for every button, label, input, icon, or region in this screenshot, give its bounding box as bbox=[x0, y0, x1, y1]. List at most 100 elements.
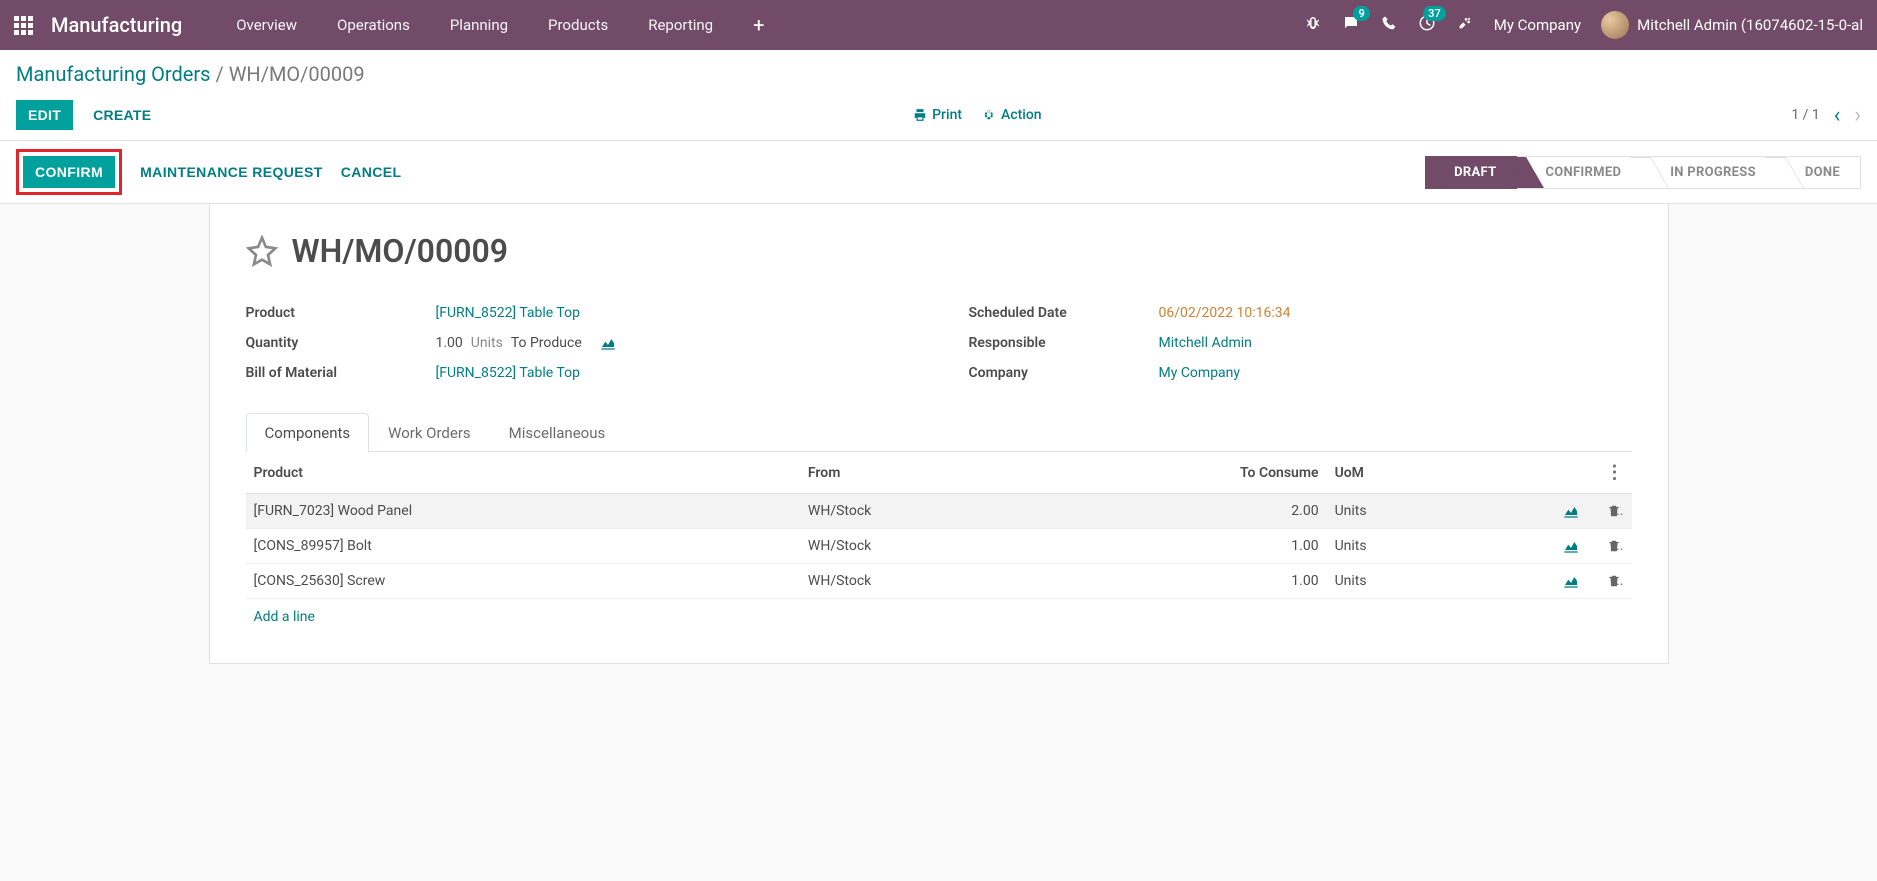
cell-from: WH/Stock bbox=[800, 564, 1133, 599]
th-uom[interactable]: UoM bbox=[1327, 452, 1466, 494]
fields-grid: Product [FURN_8522] Table Top Quantity 1… bbox=[246, 298, 1632, 388]
clock-icon[interactable]: 37 bbox=[1418, 14, 1436, 36]
topnav-menu: Overview Operations Planning Products Re… bbox=[216, 1, 784, 49]
cell-to-consume: 1.00 bbox=[1133, 529, 1327, 564]
cell-uom: Units bbox=[1327, 529, 1466, 564]
th-product[interactable]: Product bbox=[246, 452, 800, 494]
col-right: Scheduled Date 06/02/2022 10:16:34 Respo… bbox=[969, 298, 1632, 388]
table-row[interactable]: [CONS_25630] ScrewWH/Stock1.00Units ... bbox=[246, 564, 1632, 599]
maintenance-button[interactable]: MAINTENANCE REQUEST bbox=[140, 164, 323, 180]
cell-product: [CONS_89957] Bolt bbox=[246, 529, 800, 564]
cell-to-consume: 2.00 bbox=[1133, 494, 1327, 529]
menu-planning[interactable]: Planning bbox=[430, 1, 528, 49]
menu-operations[interactable]: Operations bbox=[317, 1, 430, 49]
forecast-icon[interactable] bbox=[1563, 574, 1579, 588]
status-buttons: CONFIRM MAINTENANCE REQUEST CANCEL bbox=[16, 149, 401, 195]
cell-product: [FURN_7023] Wood Panel bbox=[246, 494, 800, 529]
top-nav: Manufacturing Overview Operations Planni… bbox=[0, 0, 1877, 50]
pager-prev-icon[interactable]: ‹ bbox=[1834, 103, 1841, 128]
phone-icon[interactable] bbox=[1380, 14, 1398, 36]
more-icon[interactable]: ... bbox=[1599, 538, 1624, 554]
title-row: WH/MO/00009 bbox=[246, 232, 1632, 270]
scheduled-label: Scheduled Date bbox=[969, 305, 1159, 321]
table-row[interactable]: [FURN_7023] Wood PanelWH/Stock2.00Units … bbox=[246, 494, 1632, 529]
center-actions: Print Action bbox=[913, 107, 1041, 123]
cell-uom: Units bbox=[1327, 564, 1466, 599]
forecast-icon[interactable] bbox=[600, 336, 616, 350]
more-icon[interactable]: ... bbox=[1599, 573, 1624, 589]
bug-icon[interactable] bbox=[1304, 14, 1322, 36]
responsible-label: Responsible bbox=[969, 335, 1159, 351]
product-label: Product bbox=[246, 305, 436, 321]
status-bar: CONFIRM MAINTENANCE REQUEST CANCEL DRAFT… bbox=[0, 140, 1877, 204]
clock-badge: 37 bbox=[1423, 6, 1446, 21]
col-left: Product [FURN_8522] Table Top Quantity 1… bbox=[246, 298, 909, 388]
column-menu-icon[interactable]: ⋮ bbox=[1606, 462, 1624, 483]
sheet-wrap: WH/MO/00009 Product [FURN_8522] Table To… bbox=[0, 204, 1877, 664]
company-value[interactable]: My Company bbox=[1159, 365, 1241, 381]
product-value[interactable]: [FURN_8522] Table Top bbox=[436, 305, 580, 321]
action-button[interactable]: Action bbox=[982, 107, 1042, 123]
add-menu-icon[interactable]: + bbox=[733, 1, 784, 49]
menu-reporting[interactable]: Reporting bbox=[628, 1, 733, 49]
action-label: Action bbox=[1001, 107, 1042, 123]
quantity-units: Units bbox=[471, 335, 503, 351]
confirm-button[interactable]: CONFIRM bbox=[23, 156, 115, 188]
cell-product: [CONS_25630] Screw bbox=[246, 564, 800, 599]
menu-products[interactable]: Products bbox=[528, 1, 628, 49]
create-button[interactable]: CREATE bbox=[81, 100, 163, 130]
table-row[interactable]: [CONS_89957] BoltWH/Stock1.00Units ... bbox=[246, 529, 1632, 564]
pager-count: 1 / 1 bbox=[1791, 107, 1819, 123]
tabs: Components Work Orders Miscellaneous bbox=[246, 412, 1632, 452]
forecast-icon[interactable] bbox=[1563, 539, 1579, 553]
cell-from: WH/Stock bbox=[800, 529, 1133, 564]
tab-work-orders[interactable]: Work Orders bbox=[369, 413, 490, 452]
breadcrumb-current: WH/MO/00009 bbox=[229, 62, 365, 86]
print-button[interactable]: Print bbox=[913, 107, 962, 123]
th-to-consume[interactable]: To Consume bbox=[1133, 452, 1327, 494]
control-bar: Manufacturing Orders / WH/MO/00009 EDIT … bbox=[0, 50, 1877, 140]
th-from[interactable]: From bbox=[800, 452, 1133, 494]
menu-overview[interactable]: Overview bbox=[216, 1, 317, 49]
breadcrumb-sep: / bbox=[215, 62, 228, 86]
tab-components[interactable]: Components bbox=[246, 413, 370, 452]
scheduled-value: 06/02/2022 10:16:34 bbox=[1159, 305, 1291, 321]
forecast-icon[interactable] bbox=[1563, 504, 1579, 518]
pager: 1 / 1 ‹ › bbox=[1791, 103, 1861, 128]
confirm-highlight: CONFIRM bbox=[16, 149, 122, 195]
bom-value[interactable]: [FURN_8522] Table Top bbox=[436, 365, 580, 381]
avatar bbox=[1601, 11, 1629, 39]
responsible-value[interactable]: Mitchell Admin bbox=[1159, 335, 1252, 351]
stage-draft[interactable]: DRAFT bbox=[1425, 156, 1517, 189]
cancel-button[interactable]: CANCEL bbox=[341, 164, 402, 180]
add-line-link[interactable]: Add a line bbox=[246, 599, 323, 635]
bom-label: Bill of Material bbox=[246, 365, 436, 381]
record-title: WH/MO/00009 bbox=[292, 232, 509, 270]
company-field-label: Company bbox=[969, 365, 1159, 381]
tools-icon[interactable] bbox=[1456, 14, 1474, 36]
breadcrumb-parent[interactable]: Manufacturing Orders bbox=[16, 62, 211, 86]
more-icon[interactable]: ... bbox=[1599, 503, 1624, 519]
chat-icon[interactable]: 9 bbox=[1342, 14, 1360, 36]
button-row: EDIT CREATE Print Action 1 / 1 ‹ › bbox=[16, 100, 1861, 140]
company-label[interactable]: My Company bbox=[1494, 16, 1581, 34]
topnav-right: 9 37 My Company Mitchell Admin (16074602… bbox=[1304, 11, 1863, 39]
pager-next-icon[interactable]: › bbox=[1854, 103, 1861, 128]
stages: DRAFT CONFIRMED IN PROGRESS DONE bbox=[1425, 156, 1861, 189]
breadcrumb: Manufacturing Orders / WH/MO/00009 bbox=[16, 62, 1861, 86]
apps-icon[interactable] bbox=[14, 16, 33, 35]
user-menu[interactable]: Mitchell Admin (16074602-15-0-al bbox=[1601, 11, 1863, 39]
form-sheet: WH/MO/00009 Product [FURN_8522] Table To… bbox=[209, 204, 1669, 664]
chat-badge: 9 bbox=[1353, 6, 1369, 21]
quantity-number: 1.00 bbox=[436, 335, 463, 351]
quantity-value: 1.00 Units To Produce bbox=[436, 335, 616, 351]
app-brand[interactable]: Manufacturing bbox=[51, 13, 182, 37]
tab-misc[interactable]: Miscellaneous bbox=[490, 413, 625, 452]
print-label: Print bbox=[932, 107, 962, 123]
cell-from: WH/Stock bbox=[800, 494, 1133, 529]
edit-button[interactable]: EDIT bbox=[16, 100, 73, 130]
cell-uom: Units bbox=[1327, 494, 1466, 529]
components-table: Product From To Consume UoM ⋮ [FURN_7023… bbox=[246, 452, 1632, 599]
star-icon[interactable] bbox=[246, 235, 278, 267]
cell-to-consume: 1.00 bbox=[1133, 564, 1327, 599]
